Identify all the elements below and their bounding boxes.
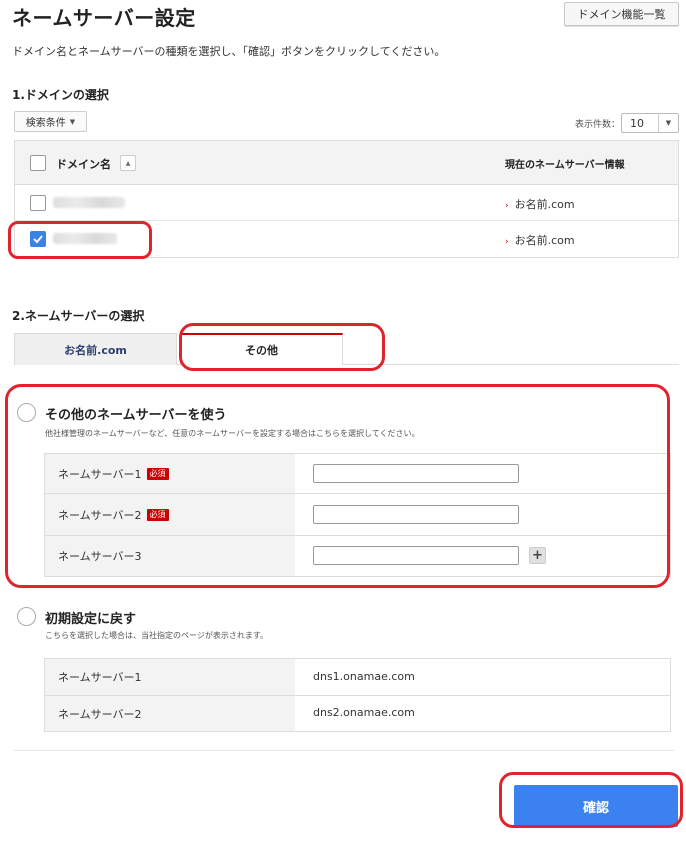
confirm-button[interactable]: 確認 [514, 785, 678, 827]
default-ns2-label: ネームサーバー2 [45, 696, 295, 731]
default-ns-title: 初期設定に戻す [45, 612, 137, 627]
other-ns-title: その他のネームサーバーを使う [45, 408, 227, 423]
default-ns1-label: ネームサーバー1 [45, 659, 295, 695]
ns3-row: ネームサーバー3 + [45, 536, 670, 576]
current-ns-value: お名前.com [514, 198, 575, 211]
default-ns1-row: ネームサーバー1 dns1.onamae.com [45, 659, 670, 696]
ns1-label: ネームサーバー1 [58, 467, 142, 481]
default-ns1-value: dns1.onamae.com [313, 670, 415, 683]
other-ns-form: ネームサーバー1 必須 ネームサーバー2 必須 ネームサーバー3 + [44, 453, 671, 577]
ns-tabs: お名前.com その他 [14, 333, 679, 366]
ns2-label: ネームサーバー2 [58, 508, 142, 522]
default-ns-radio[interactable] [17, 607, 36, 626]
select-all-checkbox[interactable] [30, 155, 46, 171]
domain-checkbox[interactable] [30, 231, 46, 247]
arrow-right-icon: › [505, 201, 509, 211]
current-ns-value: お名前.com [514, 234, 575, 247]
ns1-row: ネームサーバー1 必須 [45, 454, 670, 494]
ns1-input[interactable] [313, 464, 519, 483]
tab-other[interactable]: その他 [180, 333, 343, 366]
current-ns-column-header: 現在のネームサーバー情報 [505, 160, 625, 171]
checkmark-icon [33, 235, 43, 244]
divider [14, 750, 674, 751]
other-ns-description: 他社様管理のネームサーバーなど、任意のネームサーバーを設定する場合はこちらを選択… [45, 429, 420, 438]
page-description: ドメイン名とネームサーバーの種類を選択し、「確認」ボタンをクリックしてください。 [12, 45, 446, 58]
search-conditions-label: 検索条件 [25, 118, 66, 129]
display-count-label: 表示件数： [575, 120, 621, 130]
arrow-right-icon: › [505, 237, 509, 247]
domain-name-redacted [53, 233, 117, 244]
search-conditions-button[interactable]: 検索条件 ▼ [14, 111, 87, 132]
ns-section-title: 2.ネームサーバーの選択 [12, 309, 145, 323]
ns3-label: ネームサーバー3 [58, 550, 142, 563]
domain-section-title: 1.ドメインの選択 [12, 88, 109, 102]
default-ns-table: ネームサーバー1 dns1.onamae.com ネームサーバー2 dns2.o… [44, 658, 671, 732]
current-ns-link[interactable]: › お名前.com [505, 196, 575, 212]
domain-table: ドメイン名 ▲ 現在のネームサーバー情報 › お名前.com › お名前.com [14, 140, 679, 258]
display-count-value: 10 [630, 116, 644, 130]
ns2-row: ネームサーバー2 必須 [45, 494, 670, 536]
domain-checkbox[interactable] [30, 195, 46, 211]
ns2-input[interactable] [313, 505, 519, 524]
table-row: › お名前.com [15, 221, 678, 257]
required-badge: 必須 [146, 467, 169, 480]
default-ns2-value: dns2.onamae.com [313, 706, 415, 719]
default-ns2-row: ネームサーバー2 dns2.onamae.com [45, 696, 670, 731]
table-header: ドメイン名 ▲ 現在のネームサーバー情報 [15, 141, 678, 185]
other-ns-radio[interactable] [17, 403, 36, 422]
plus-icon[interactable]: + [529, 547, 546, 564]
display-count-select[interactable]: 10 ▼ [621, 113, 679, 133]
ns3-input[interactable] [313, 546, 519, 565]
chevron-down-icon: ▼ [658, 114, 678, 132]
default-ns-description: こちらを選択した場合は、当社指定のページが表示されます。 [45, 631, 269, 640]
required-badge: 必須 [146, 508, 169, 521]
page-title: ネームサーバー設定 [12, 6, 196, 30]
domain-name-redacted [53, 197, 125, 208]
table-row: › お名前.com [15, 185, 678, 221]
caret-down-icon: ▼ [69, 117, 76, 126]
tab-onamae[interactable]: お名前.com [14, 333, 177, 365]
current-ns-link[interactable]: › お名前.com [505, 232, 575, 248]
domain-column-header: ドメイン名 [56, 158, 111, 171]
sort-up-icon[interactable]: ▲ [120, 155, 136, 171]
domain-functions-button[interactable]: ドメイン機能一覧 [564, 2, 679, 26]
